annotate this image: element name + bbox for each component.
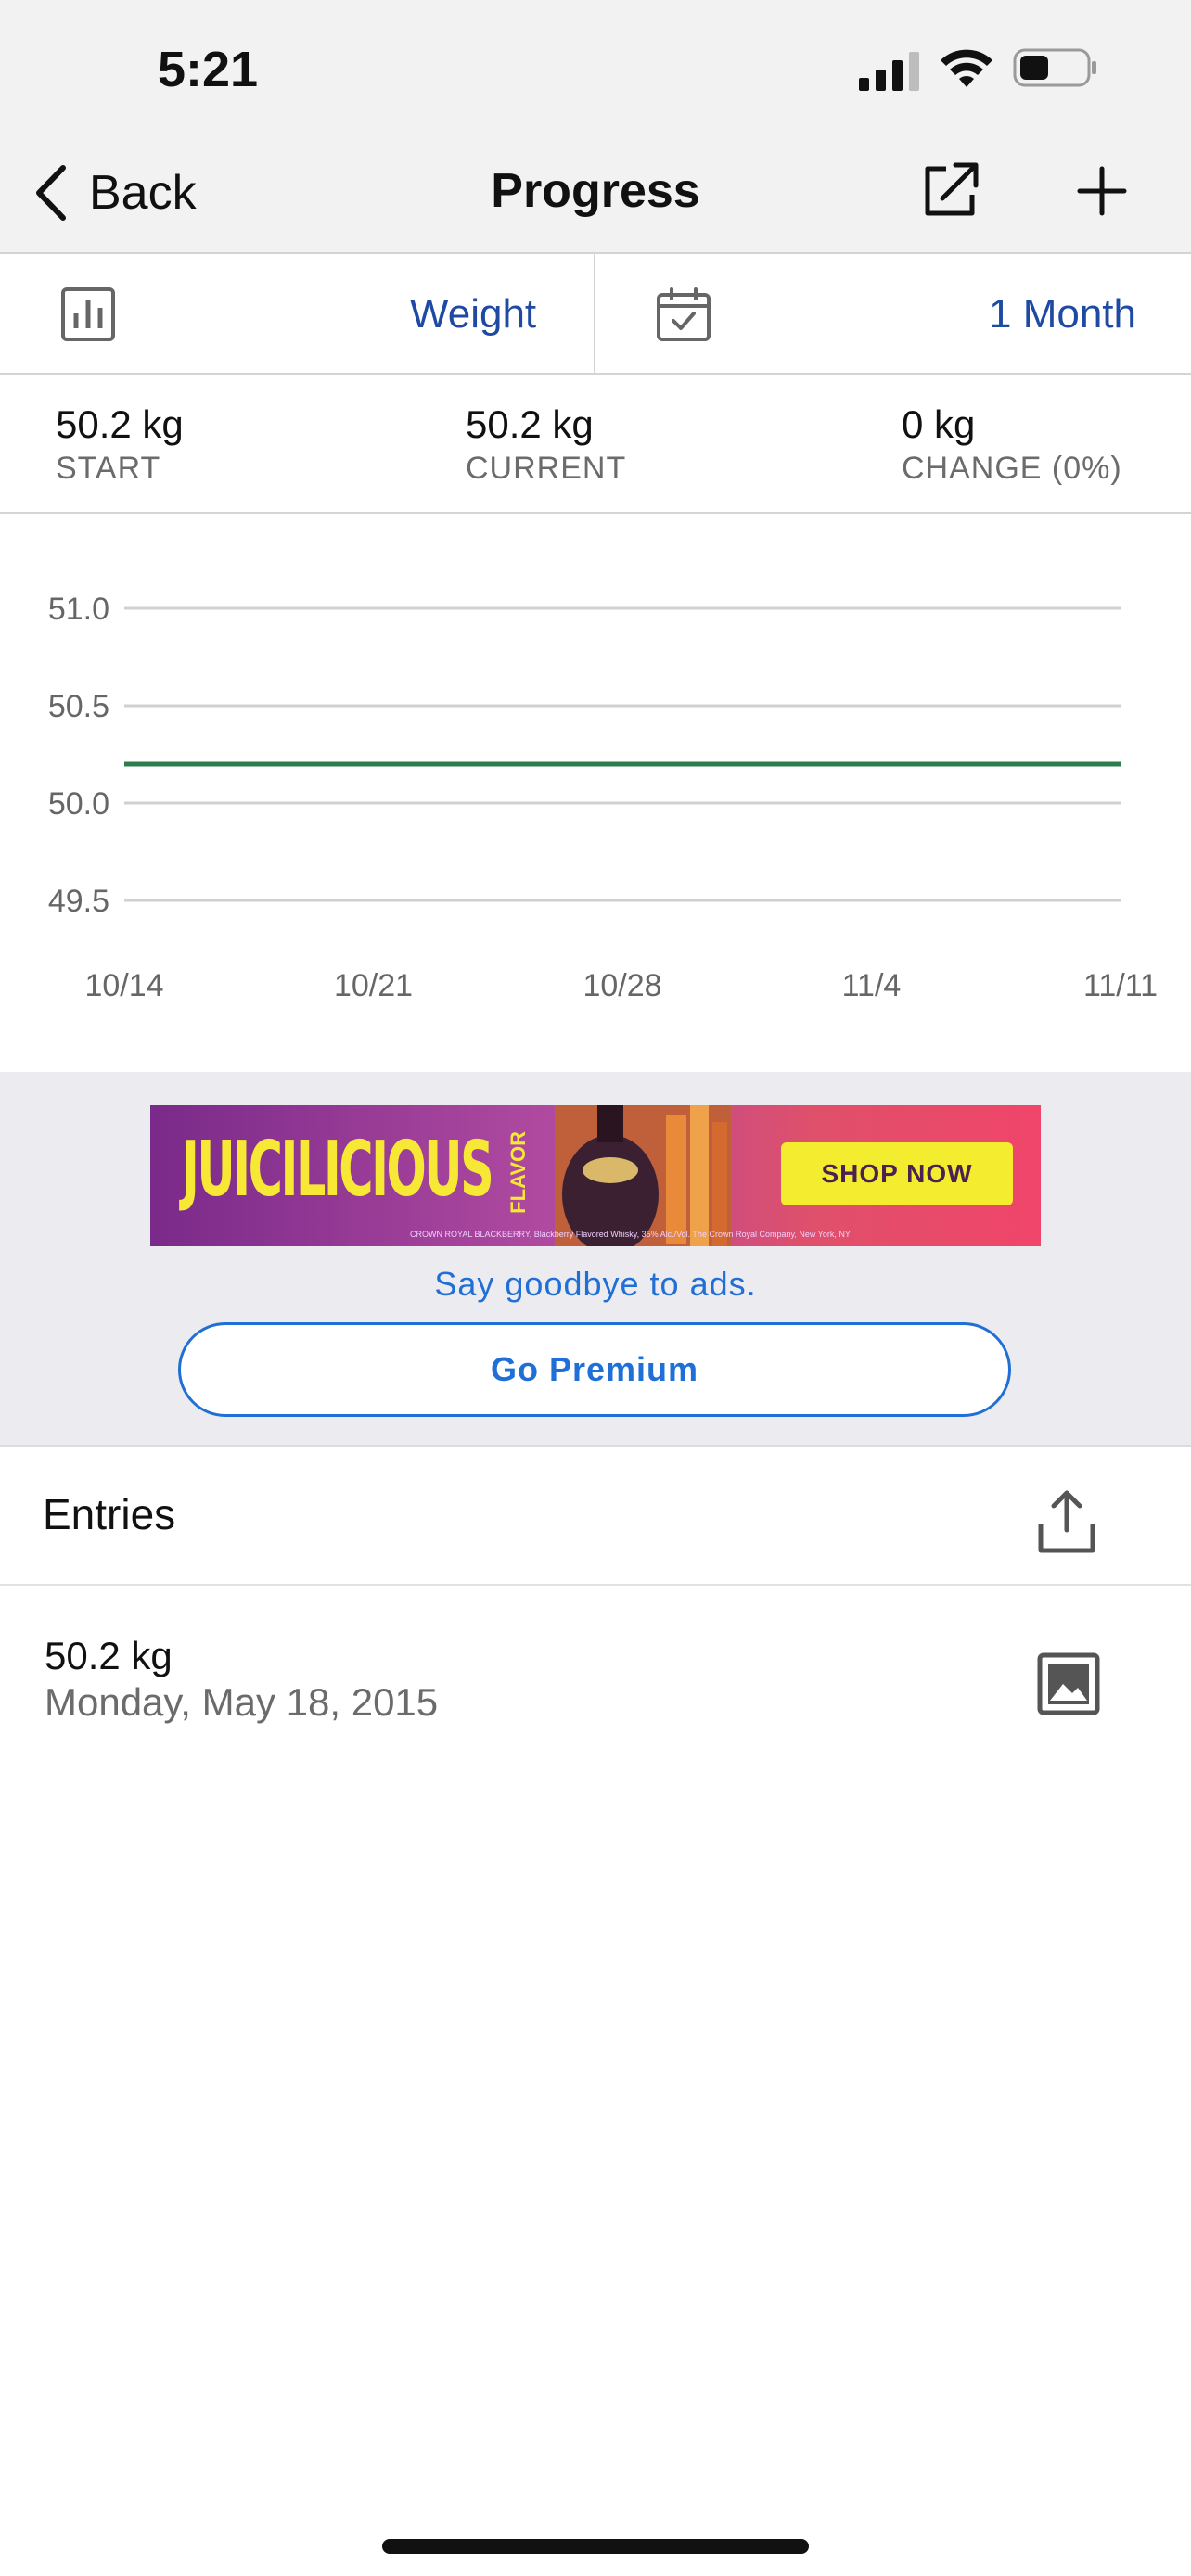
y-tick-label: 49.5 [48, 884, 109, 919]
x-tick-label: 11/4 [842, 968, 902, 1003]
bar-chart-icon [61, 287, 115, 341]
stat-start: 50.2 kg START [56, 402, 184, 490]
ad-fine-print: CROWN ROYAL BLACKBERRY, Blackberry Flavo… [410, 1230, 851, 1239]
page-title: Progress [491, 164, 700, 218]
stat-label: CHANGE (0%) [902, 451, 1122, 486]
stat-change: 0 kg CHANGE (0%) [902, 402, 1122, 490]
x-tick-label: 10/28 [583, 968, 661, 1003]
ad-banner[interactable]: JUICILICIOUS FLAVOR SHOP NOW CROWN ROYAL… [150, 1105, 1041, 1246]
stat-label: CURRENT [466, 451, 627, 486]
stat-value: 50.2 kg [56, 402, 184, 446]
entry-date: Monday, May 18, 2015 [45, 1680, 439, 1724]
stat-current: 50.2 kg CURRENT [466, 402, 626, 490]
metric-label: Weight [410, 291, 537, 337]
entries-title: Entries [43, 1490, 176, 1538]
remove-ads-link[interactable]: Say goodbye to ads. [0, 1265, 1191, 1304]
stat-value: 0 kg [902, 402, 976, 446]
ad-headline: JUICILICIOUS [182, 1126, 494, 1214]
top-bar: 5:21 Back Progress [0, 0, 1191, 254]
x-tick-label: 10/14 [84, 968, 163, 1003]
shop-now-button[interactable]: SHOP NOW [781, 1142, 1013, 1205]
photo-icon[interactable] [1037, 1652, 1100, 1715]
list-item[interactable]: 50.2 kg Monday, May 18, 2015 [0, 1588, 1191, 1736]
cellular-signal-icon [859, 52, 919, 91]
stats-row: 50.2 kg START 50.2 kg CURRENT 0 kg CHANG… [0, 375, 1191, 514]
status-time: 5:21 [158, 42, 259, 97]
x-tick-label: 11/11 [1083, 968, 1158, 1003]
stat-label: START [56, 451, 161, 486]
wifi-icon [941, 49, 992, 87]
range-label: 1 Month [989, 291, 1136, 337]
bottle-image [555, 1105, 731, 1246]
battery-icon [1013, 48, 1096, 87]
share-icon[interactable] [1035, 1487, 1098, 1556]
ad-flavor: FLAVOR [506, 1131, 530, 1214]
entries-header: Entries [0, 1447, 1191, 1586]
entry-value: 50.2 kg [45, 1634, 173, 1677]
add-icon[interactable] [1074, 163, 1130, 219]
y-tick-label: 50.0 [48, 786, 109, 822]
ad-section: JUICILICIOUS FLAVOR SHOP NOW CROWN ROYAL… [0, 1072, 1191, 1447]
selector-row: Weight 1 Month [0, 254, 1191, 375]
x-tick-label: 10/21 [334, 968, 413, 1003]
range-selector[interactable]: 1 Month [596, 254, 1191, 373]
y-tick-label: 51.0 [48, 592, 109, 627]
stat-value: 50.2 kg [466, 402, 594, 446]
go-premium-button[interactable]: Go Premium [178, 1322, 1011, 1417]
y-tick-label: 50.5 [48, 689, 109, 724]
open-external-icon[interactable] [920, 159, 981, 221]
calendar-check-icon [657, 287, 711, 341]
weight-chart: 51.0 50.5 50.0 49.5 10/14 10/21 10/28 11/4 11/11 [48, 592, 1158, 1003]
home-indicator [382, 2539, 809, 2554]
metric-selector[interactable]: Weight [0, 254, 594, 373]
